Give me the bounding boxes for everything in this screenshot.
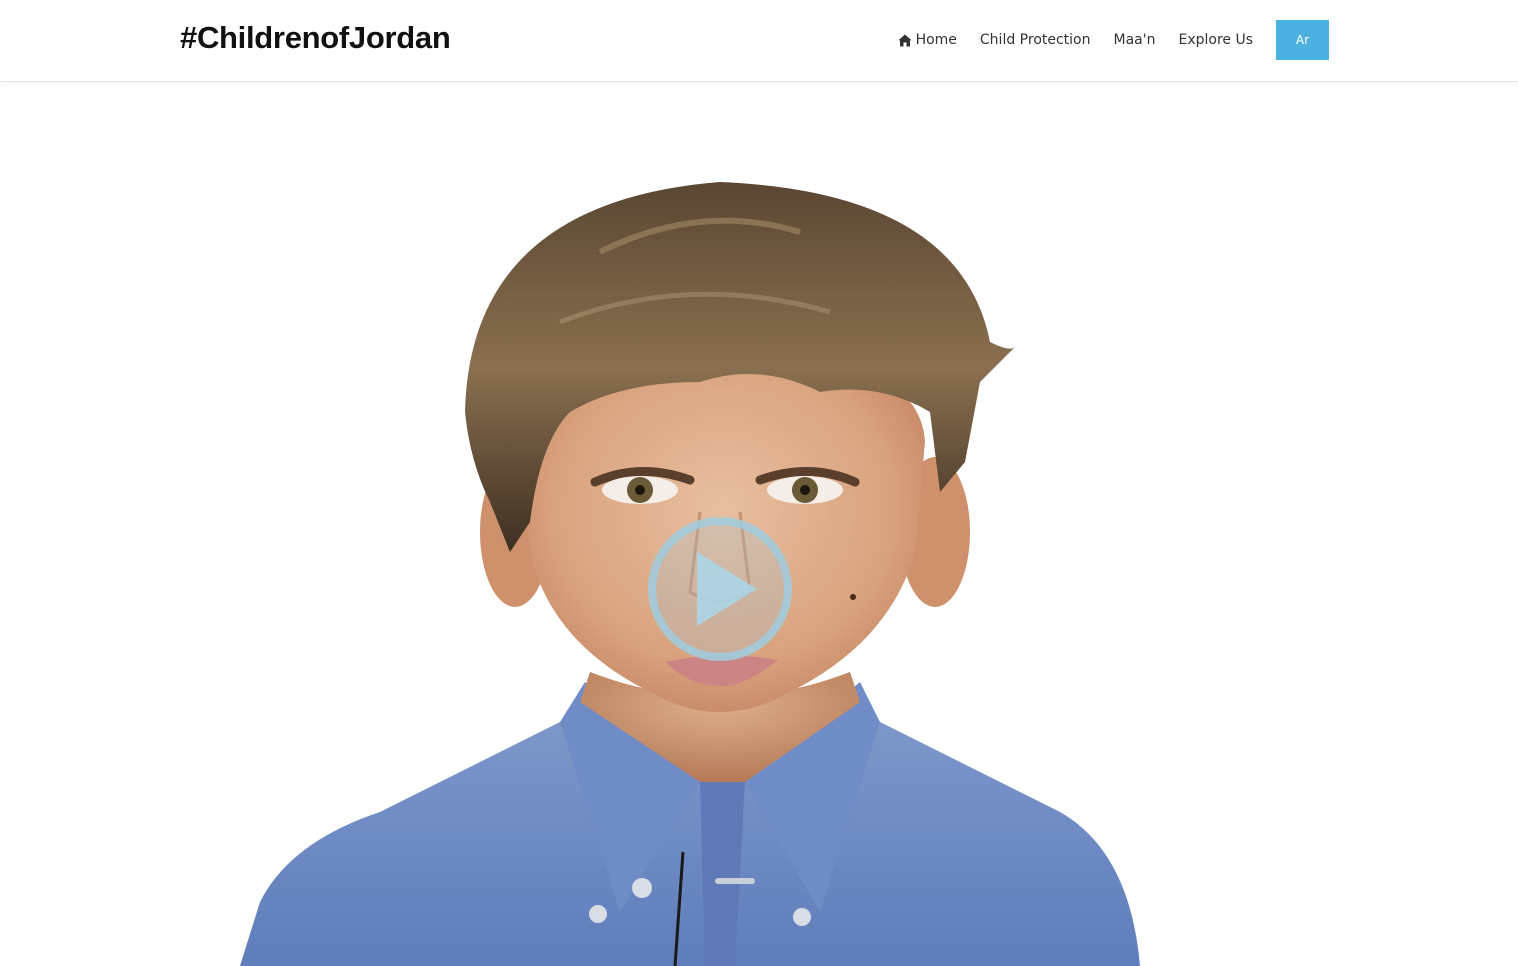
nav-home[interactable]: Home bbox=[898, 32, 957, 48]
main-nav: Home Child Protection Maa'n Explore Us A… bbox=[898, 20, 1329, 60]
home-icon bbox=[898, 34, 912, 46]
nav-explore-us[interactable]: Explore Us bbox=[1178, 32, 1253, 48]
nav-child-protection[interactable]: Child Protection bbox=[980, 32, 1091, 48]
play-icon[interactable] bbox=[645, 514, 795, 664]
nav-maan[interactable]: Maa'n bbox=[1114, 32, 1156, 48]
nav-home-label: Home bbox=[915, 32, 957, 48]
top-navbar: #ChildrenofJordan Home Child Protection … bbox=[0, 0, 1518, 82]
hero-video[interactable] bbox=[0, 82, 1518, 966]
language-button[interactable]: Ar bbox=[1276, 20, 1329, 60]
site-brand[interactable]: #ChildrenofJordan bbox=[180, 19, 451, 57]
